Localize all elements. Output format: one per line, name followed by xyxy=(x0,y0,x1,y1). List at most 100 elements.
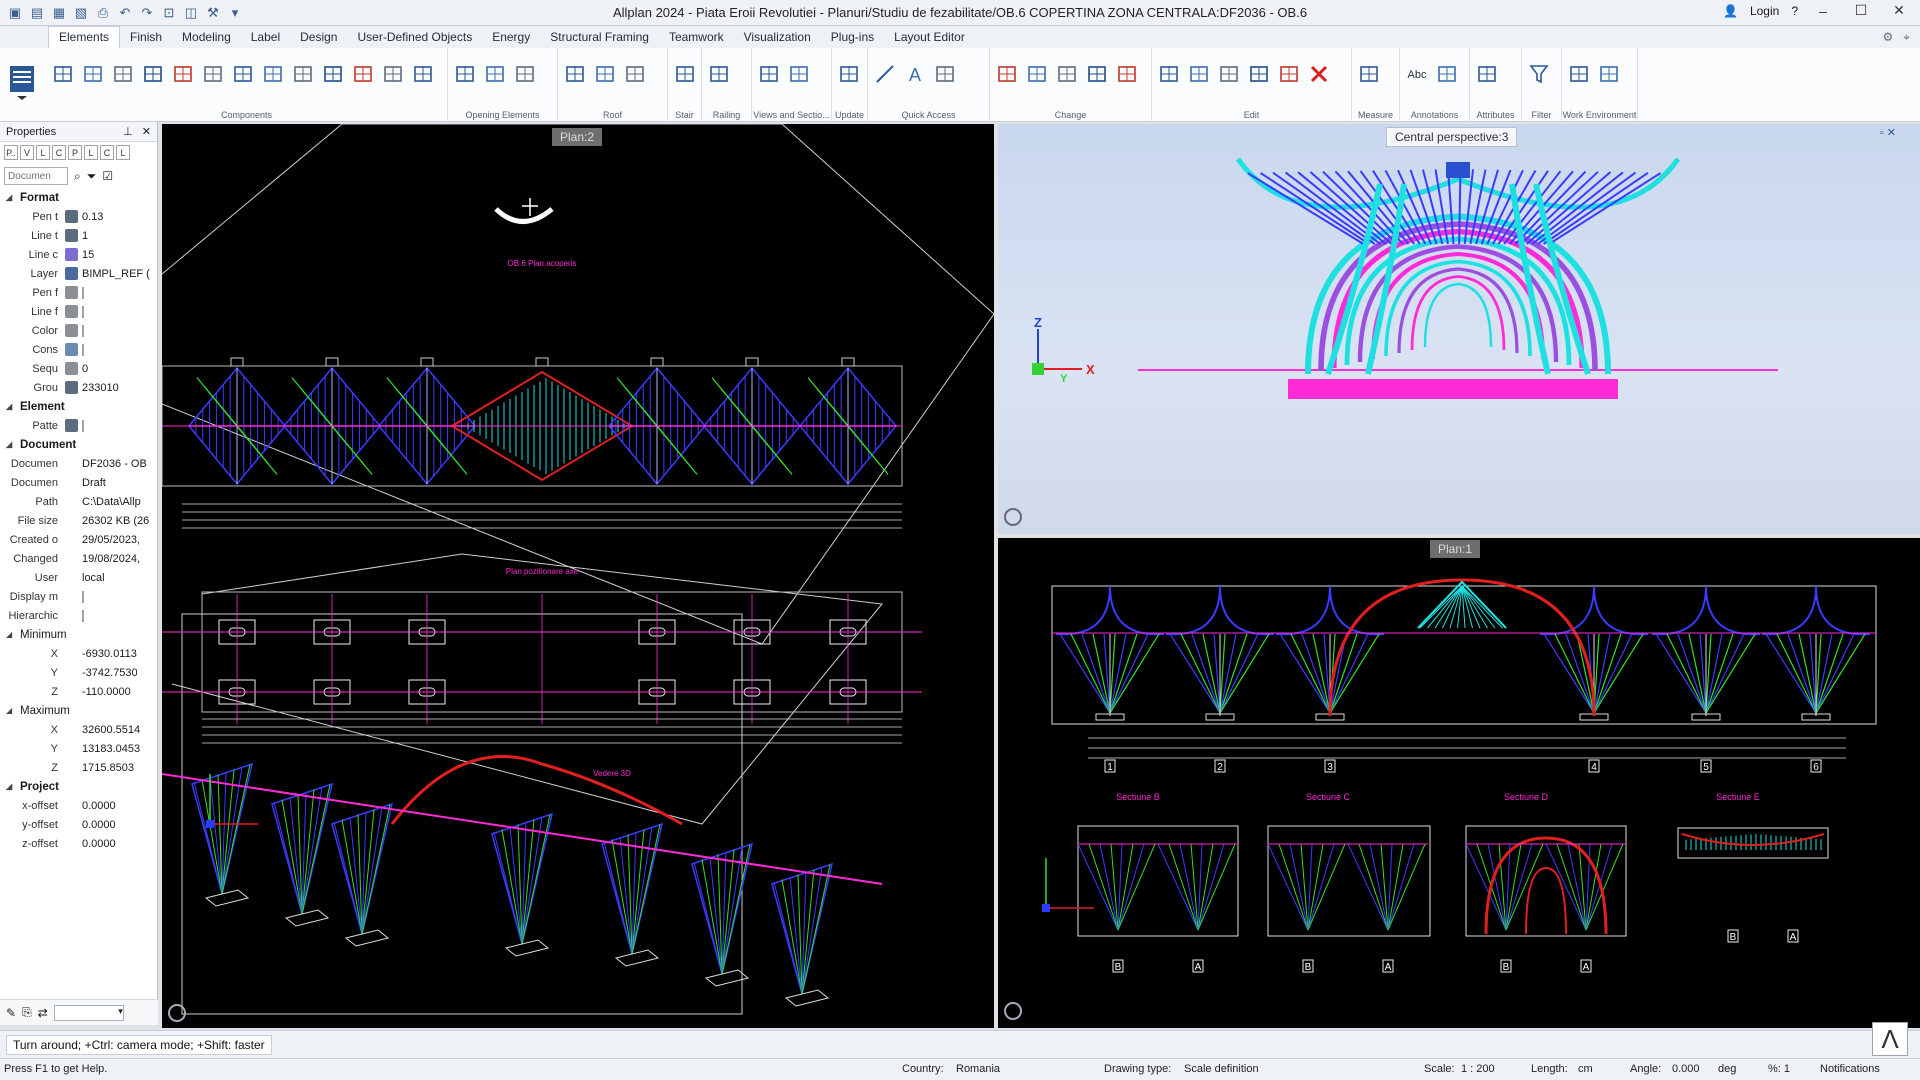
wall-icon[interactable] xyxy=(50,58,76,90)
property-row[interactable]: Z 1715.8503 xyxy=(0,758,157,777)
section-view-icon[interactable] xyxy=(756,58,782,90)
property-row[interactable]: Grou 233010 xyxy=(0,378,157,397)
viewport-plan-1[interactable]: 1 2 3 4 5 6 Sectiune B B A Sectiune C B A Sectiune D… xyxy=(998,538,1920,1028)
trim-icon[interactable] xyxy=(1024,58,1050,90)
property-value[interactable] xyxy=(80,343,154,356)
property-row[interactable]: Documen DF2036 - OB xyxy=(0,454,157,473)
property-value[interactable]: 0.0000 xyxy=(80,838,154,850)
railing-icon[interactable] xyxy=(706,58,732,90)
tab-structural-framing[interactable]: Structural Framing xyxy=(540,27,659,48)
stretch-icon[interactable] xyxy=(1114,58,1140,90)
door-opening-icon[interactable] xyxy=(482,58,508,90)
pin-icon[interactable]: ⌖ xyxy=(1903,30,1910,45)
property-checkbox[interactable] xyxy=(82,590,84,603)
property-checkbox[interactable] xyxy=(82,324,84,337)
property-row[interactable]: File size 26302 KB (26 xyxy=(0,511,157,530)
dormer-icon[interactable] xyxy=(622,58,648,90)
country-value[interactable]: Romania xyxy=(956,1063,1000,1075)
rotate-icon[interactable] xyxy=(1216,58,1242,90)
property-value[interactable] xyxy=(80,305,154,318)
property-row[interactable]: Display m xyxy=(0,587,157,606)
tab-elements[interactable]: Elements xyxy=(48,26,121,48)
recess-icon[interactable] xyxy=(350,58,376,90)
property-value[interactable]: 0.13 xyxy=(80,211,154,223)
tab-label[interactable]: Label xyxy=(241,27,290,48)
customize-icon[interactable]: ▾ xyxy=(226,4,244,22)
property-value[interactable]: 233010 xyxy=(80,382,154,394)
attributes-icon[interactable] xyxy=(1474,58,1500,90)
close-panel-icon[interactable]: ✕ xyxy=(142,126,151,138)
tab-design[interactable]: Design xyxy=(290,27,347,48)
filter-button[interactable]: P xyxy=(68,145,82,160)
redo-icon[interactable]: ↷ xyxy=(138,4,156,22)
property-checkbox[interactable] xyxy=(82,286,84,299)
navigation-icon[interactable] xyxy=(1004,1002,1022,1020)
scale-icon[interactable] xyxy=(1276,58,1302,90)
smartpart-icon[interactable] xyxy=(512,58,538,90)
notes-icon[interactable] xyxy=(1434,58,1460,90)
property-value[interactable] xyxy=(80,590,154,603)
label-icon[interactable]: Abc xyxy=(1404,58,1430,90)
property-value[interactable]: Draft xyxy=(80,477,154,489)
modify-icon[interactable] xyxy=(1084,58,1110,90)
viewport-window-controls[interactable]: ▫ ✕ xyxy=(1880,126,1896,139)
match-icon[interactable]: ⎘ xyxy=(22,1005,32,1020)
property-value[interactable]: 32600.5514 xyxy=(80,724,154,736)
property-value[interactable]: 1715.8503 xyxy=(80,762,154,774)
notifications-button[interactable]: Notifications xyxy=(1820,1063,1880,1075)
property-row[interactable]: Cons xyxy=(0,340,157,359)
property-checkbox[interactable] xyxy=(82,305,84,318)
tab-teamwork[interactable]: Teamwork xyxy=(659,27,734,48)
join-icon[interactable] xyxy=(1054,58,1080,90)
view-icon[interactable]: ⊡ xyxy=(160,4,178,22)
angle-unit[interactable]: deg xyxy=(1718,1063,1736,1075)
property-value[interactable]: 29/05/2023, xyxy=(80,534,154,546)
dimension-icon[interactable] xyxy=(932,58,958,90)
expand-up-button[interactable]: Λ xyxy=(1872,1022,1908,1056)
property-row[interactable]: Sequ 0 xyxy=(0,359,157,378)
property-row[interactable]: x-offset 0.0000 xyxy=(0,796,157,815)
property-value[interactable]: -110.0000 xyxy=(80,686,154,698)
tab-modeling[interactable]: Modeling xyxy=(172,27,241,48)
property-value[interactable] xyxy=(80,286,154,299)
property-row[interactable]: Hierarchic xyxy=(0,606,157,625)
favorites-dropdown[interactable]: ▾ xyxy=(53,1004,124,1021)
filter-button[interactable]: V xyxy=(20,145,34,160)
tab-visualization[interactable]: Visualization xyxy=(734,27,821,48)
funnel-icon[interactable]: ⏷ xyxy=(87,169,97,184)
transfer-icon[interactable]: ⇄ xyxy=(38,1006,48,1020)
user-icon[interactable]: 👤 xyxy=(1723,4,1738,18)
save-icon[interactable]: ▧ xyxy=(72,4,90,22)
property-value[interactable]: 0.0000 xyxy=(80,800,154,812)
print-icon[interactable]: ⎙ xyxy=(94,4,112,22)
property-row[interactable]: X 32600.5514 xyxy=(0,720,157,739)
filter-button[interactable]: C xyxy=(100,145,114,160)
property-row[interactable]: Line f xyxy=(0,302,157,321)
filter-icon[interactable] xyxy=(1526,58,1552,90)
tools-icon[interactable]: ⚒ xyxy=(204,4,222,22)
delete-icon[interactable] xyxy=(1306,58,1332,90)
filter-button[interactable]: L xyxy=(116,145,130,160)
checkbox-icon[interactable]: ☑ xyxy=(102,169,113,183)
roof-covering-icon[interactable] xyxy=(592,58,618,90)
filter-button[interactable]: P.. xyxy=(4,145,18,160)
property-value[interactable]: 0 xyxy=(80,363,154,375)
property-value[interactable]: 0.0000 xyxy=(80,819,154,831)
column-icon[interactable] xyxy=(110,58,136,90)
app-menu-icon[interactable]: ▣ xyxy=(6,4,24,22)
property-value[interactable]: 15 xyxy=(80,249,154,261)
property-row[interactable]: Y -3742.7530 xyxy=(0,663,157,682)
stair-icon[interactable] xyxy=(410,58,436,90)
property-row[interactable]: Line t 1 xyxy=(0,226,157,245)
property-value[interactable] xyxy=(80,324,154,337)
copy-icon[interactable] xyxy=(1156,58,1182,90)
property-row[interactable]: User local xyxy=(0,568,157,587)
opening-icon[interactable] xyxy=(320,58,346,90)
tab-plug-ins[interactable]: Plug-ins xyxy=(821,27,884,48)
tab-energy[interactable]: Energy xyxy=(482,27,540,48)
property-row[interactable]: Z -110.0000 xyxy=(0,682,157,701)
slab-icon[interactable] xyxy=(80,58,106,90)
property-value[interactable]: DF2036 - OB xyxy=(80,458,154,470)
open-icon[interactable]: ▦ xyxy=(50,4,68,22)
grid-icon[interactable] xyxy=(230,58,256,90)
